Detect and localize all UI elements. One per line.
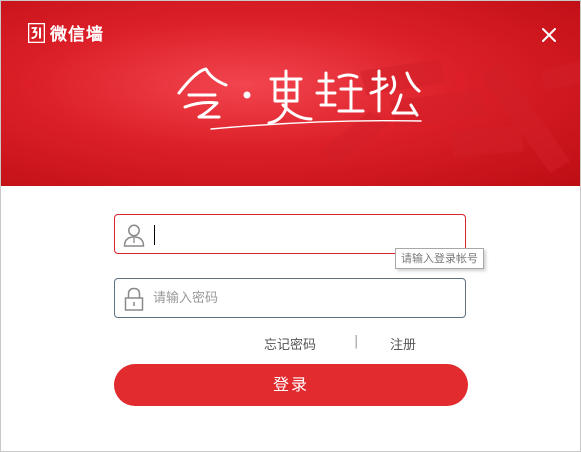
brand-name: 微信墙 xyxy=(50,25,104,45)
header-banner: 微信墙 xyxy=(1,1,580,186)
wechat-wall-logo-icon xyxy=(28,22,45,43)
close-icon[interactable] xyxy=(537,23,561,47)
password-field[interactable] xyxy=(114,278,466,318)
password-input[interactable] xyxy=(153,281,453,315)
user-icon xyxy=(123,224,145,247)
text-caret xyxy=(154,225,155,245)
lock-icon xyxy=(124,287,144,311)
register-link[interactable]: 注册 xyxy=(390,334,416,353)
brand-logo: 微信墙 xyxy=(28,20,104,45)
login-window: 微信墙 请输入登录帐号 忘记密码 | 注册 登录 xyxy=(0,0,581,452)
auth-links: 忘记密码 | 注册 xyxy=(1,334,580,354)
forgot-password-link[interactable]: 忘记密码 xyxy=(264,334,316,353)
slogan-calligraphy xyxy=(177,67,422,130)
username-tooltip: 请输入登录帐号 xyxy=(395,248,484,269)
link-separator: | xyxy=(354,334,359,349)
username-input[interactable] xyxy=(153,217,453,251)
login-button[interactable]: 登录 xyxy=(114,364,468,406)
